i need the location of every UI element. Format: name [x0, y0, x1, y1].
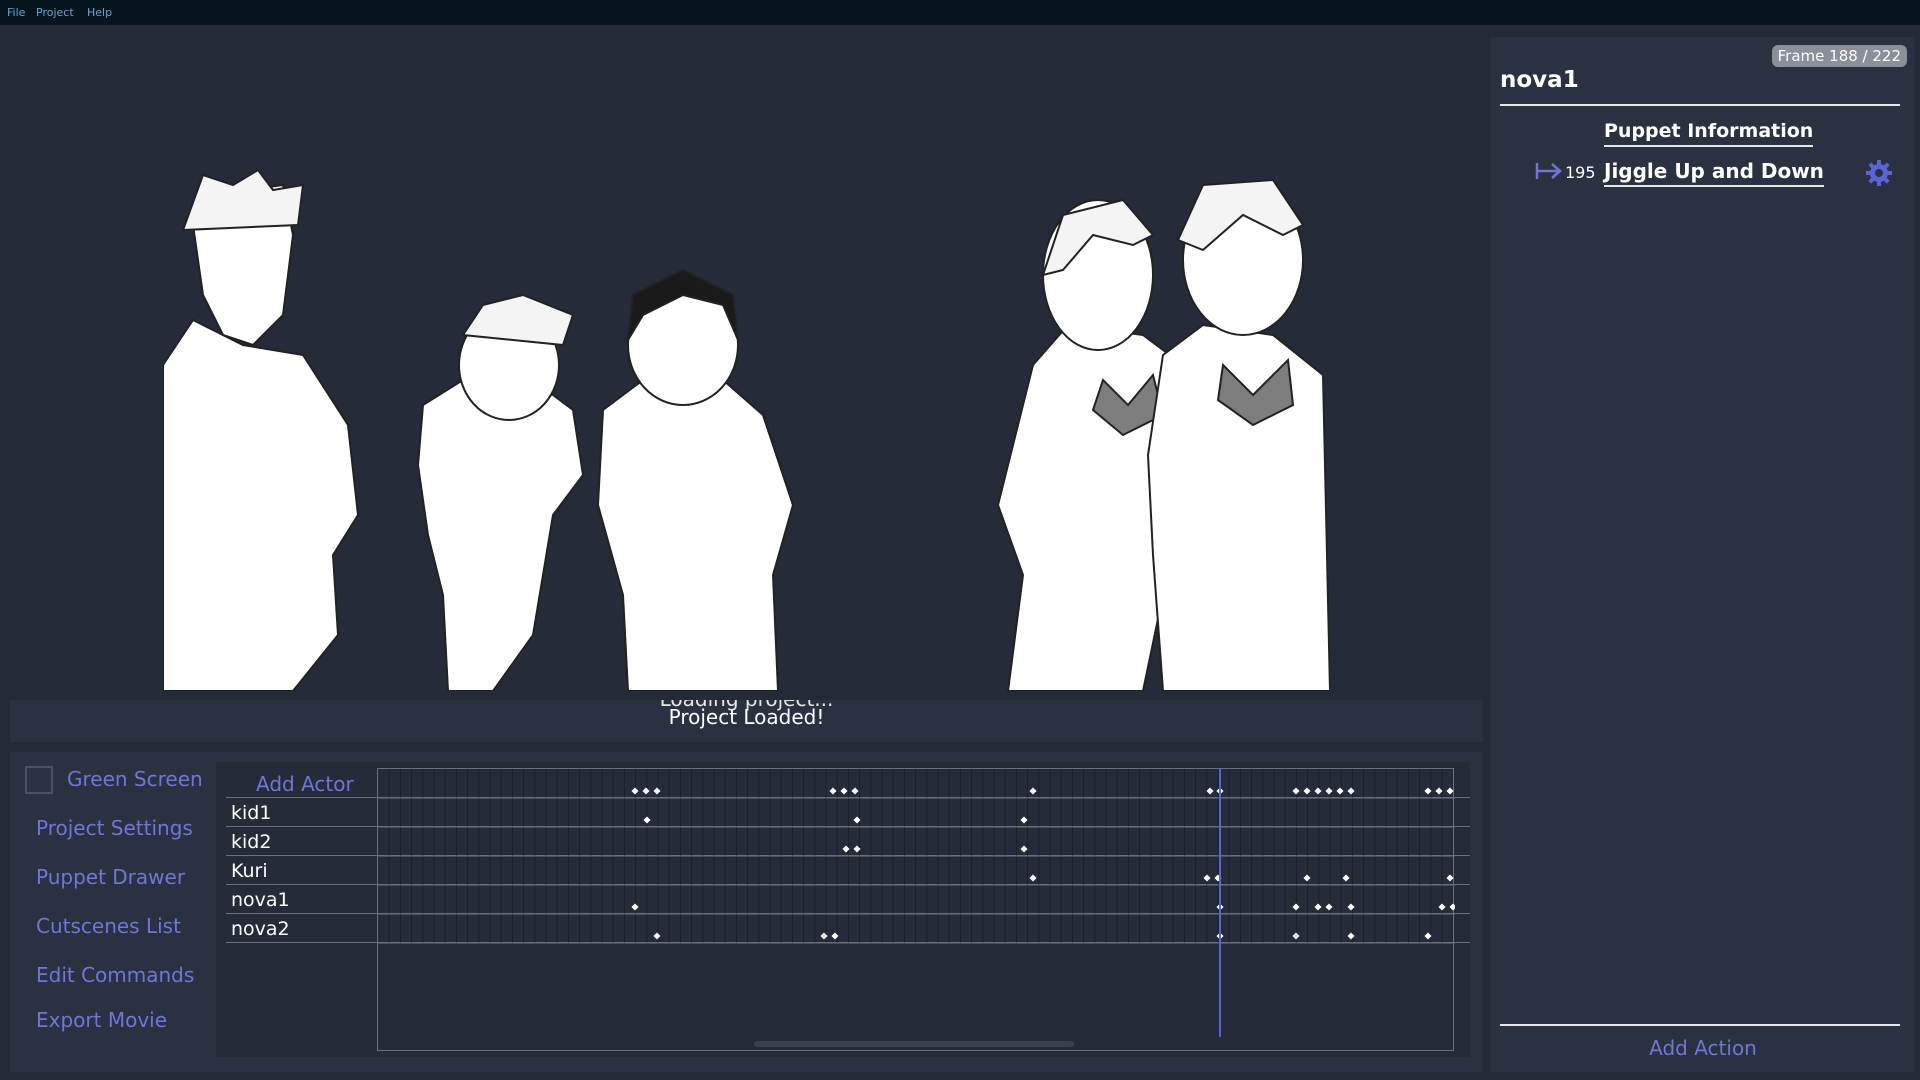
- keyframe-marker: [851, 787, 859, 795]
- playhead-marker[interactable]: [1219, 768, 1221, 1037]
- keyframe-marker: [829, 787, 837, 795]
- keyframe-marker: [1292, 787, 1300, 795]
- menu-project[interactable]: Project: [36, 6, 74, 19]
- action-name[interactable]: Jiggle Up and Down: [1604, 159, 1824, 187]
- keyframe-marker: [1449, 903, 1455, 911]
- keyframe-marker: [1292, 932, 1300, 940]
- status-current-message: Project Loaded!: [668, 705, 825, 729]
- scene-artwork: [163, 168, 1330, 691]
- actor-name: nova2: [231, 918, 290, 940]
- keyframe-marker: [1325, 787, 1333, 795]
- puppet-information-link[interactable]: Puppet Information: [1604, 120, 1814, 147]
- menu-help[interactable]: Help: [87, 6, 112, 19]
- frame-grid-lines: [378, 769, 1455, 944]
- keyframe-marker: [1203, 874, 1211, 882]
- action-frame-number: 195: [1565, 163, 1596, 182]
- keyframe-marker: [1435, 787, 1443, 795]
- keyframe-marker: [1029, 874, 1037, 882]
- keyframe-marker: [631, 903, 639, 911]
- keyframe-marker: [840, 787, 848, 795]
- stage-preview[interactable]: [163, 35, 1330, 691]
- menu-file[interactable]: File: [7, 6, 25, 19]
- cutscenes-list-link[interactable]: Cutscenes List: [36, 914, 181, 938]
- export-movie-link[interactable]: Export Movie: [36, 1008, 167, 1032]
- keyframe-marker: [1446, 787, 1454, 795]
- keyframe-marker: [1347, 903, 1355, 911]
- keyframe-marker: [1336, 787, 1344, 795]
- green-screen-checkbox[interactable]: [25, 766, 53, 794]
- add-actor-button[interactable]: Add Actor: [256, 772, 354, 796]
- status-log: Loading project... Project Loaded!: [10, 700, 1483, 742]
- green-screen-label[interactable]: Green Screen: [67, 767, 203, 791]
- keyframe-marker: [1029, 787, 1037, 795]
- keyframe-marker: [1446, 874, 1454, 882]
- keyframe-marker: [643, 816, 651, 824]
- puppet-drawer-link[interactable]: Puppet Drawer: [36, 865, 185, 889]
- action-item[interactable]: 195 Jiggle Up and Down: [1535, 159, 1905, 193]
- keyframe-marker: [631, 787, 639, 795]
- keyframe-marker: [1303, 874, 1311, 882]
- keyframe-marker: [1347, 932, 1355, 940]
- keyframe-marker: [1314, 787, 1322, 795]
- header-divider: [1500, 104, 1900, 106]
- keyframe-marker: [1347, 787, 1355, 795]
- keyframe-marker: [1020, 816, 1028, 824]
- actor-name: kid1: [231, 802, 272, 824]
- keyframe-marker: [1438, 903, 1446, 911]
- arrow-right-bar-icon[interactable]: [1535, 159, 1563, 187]
- selected-puppet-name: nova1: [1500, 67, 1579, 93]
- timeline-panel: Add Actor kid1 kid2 Kuri nova1 nova2: [216, 762, 1470, 1057]
- add-action-button[interactable]: Add Action: [1491, 1036, 1915, 1060]
- keyframe-marker: [1342, 874, 1350, 882]
- project-settings-link[interactable]: Project Settings: [36, 816, 193, 840]
- frame-grid[interactable]: [377, 768, 1455, 1051]
- footer-divider: [1500, 1024, 1900, 1026]
- keyframe-marker: [653, 932, 661, 940]
- keyframe-marker: [1325, 903, 1333, 911]
- keyframe-marker: [1314, 903, 1322, 911]
- timeline-horizontal-scrollbar[interactable]: [754, 1041, 1074, 1047]
- edit-commands-link[interactable]: Edit Commands: [36, 963, 194, 987]
- frame-counter-badge: Frame 188 / 222: [1771, 45, 1907, 67]
- keyframe-marker: [1206, 787, 1214, 795]
- keyframe-marker: [1292, 903, 1300, 911]
- menu-bar: File Project Help: [0, 0, 1920, 25]
- keyframe-marker: [1020, 845, 1028, 853]
- actor-name: kid2: [231, 831, 272, 853]
- keyframe-marker: [642, 787, 650, 795]
- gear-icon[interactable]: [1865, 159, 1893, 191]
- keyframe-marker: [1303, 787, 1311, 795]
- keyframe-marker: [653, 787, 661, 795]
- actor-name: Kuri: [231, 860, 268, 882]
- puppet-panel: Frame 188 / 222 nova1 Puppet Information…: [1491, 37, 1915, 1072]
- actor-name: nova1: [231, 889, 290, 911]
